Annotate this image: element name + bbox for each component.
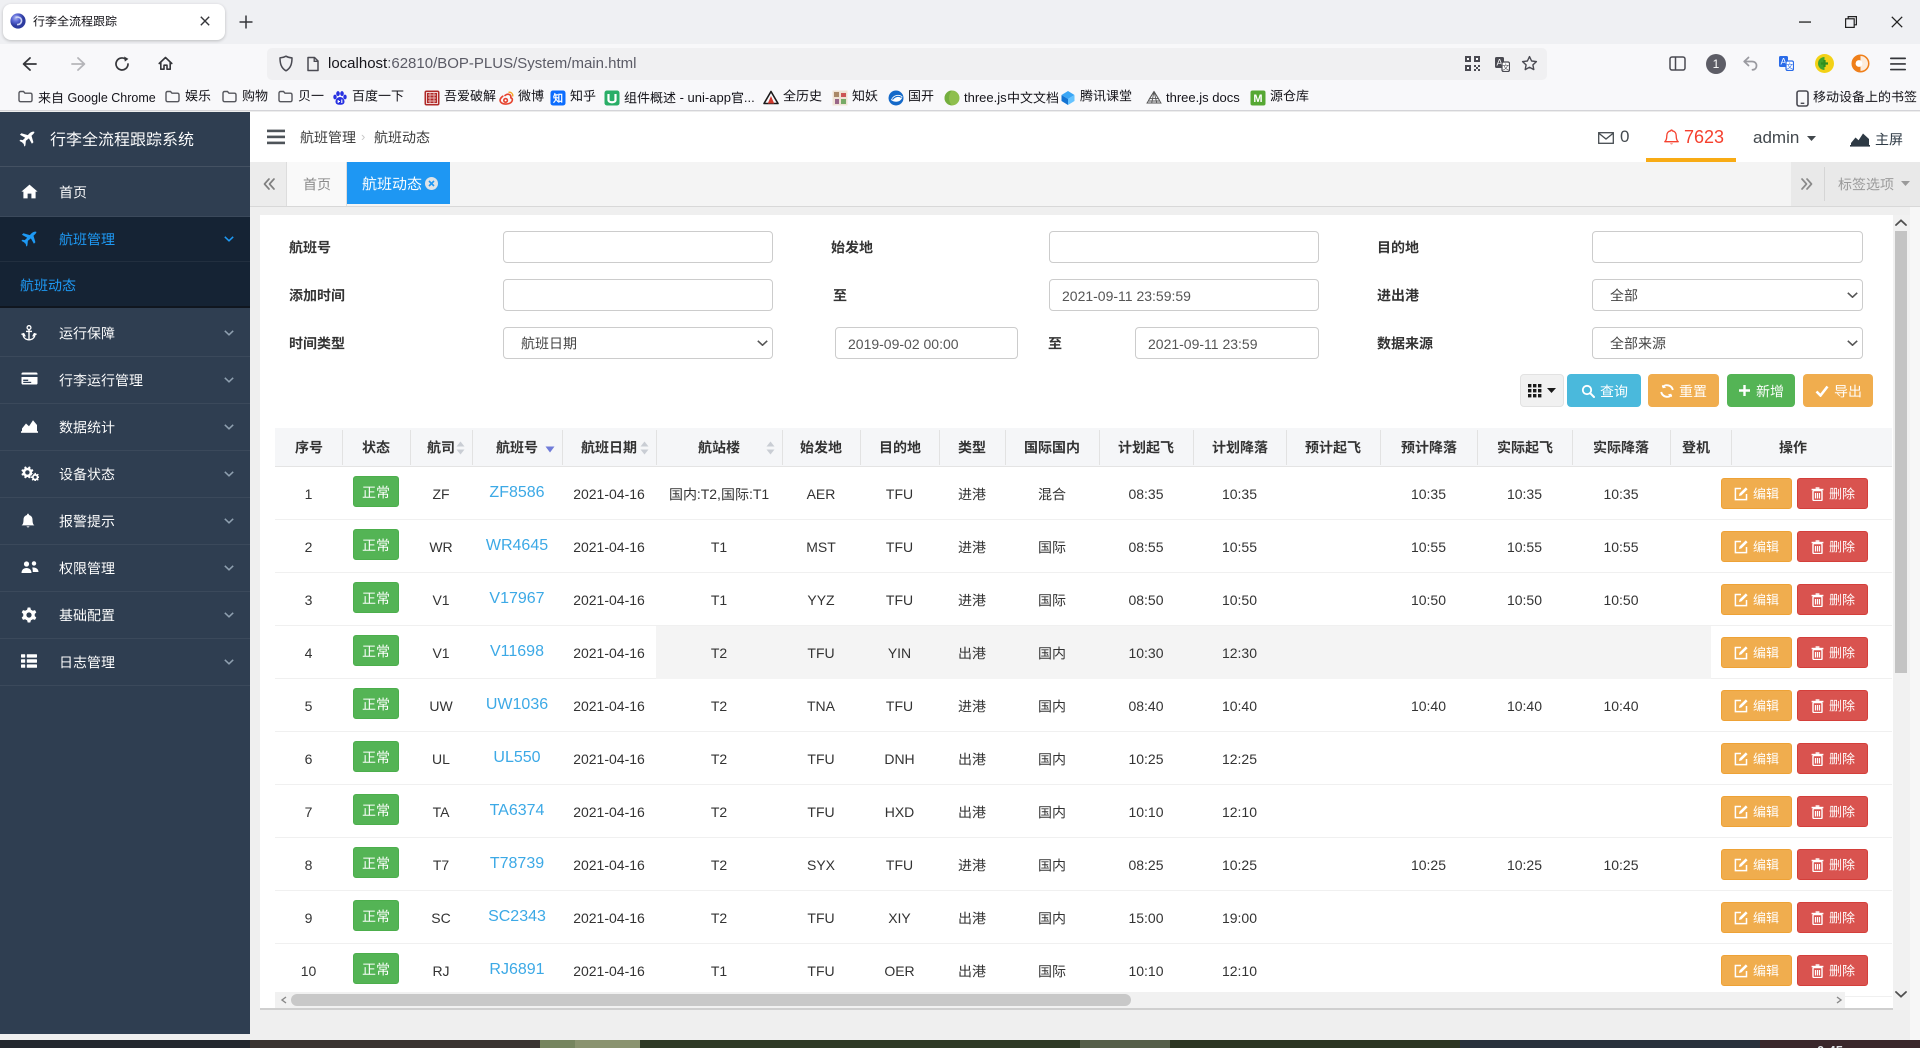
svg-text:知: 知 <box>552 92 563 105</box>
svg-text:文: 文 <box>1502 63 1509 72</box>
svg-text:文: 文 <box>1786 62 1793 71</box>
svg-text:M: M <box>1253 93 1262 105</box>
